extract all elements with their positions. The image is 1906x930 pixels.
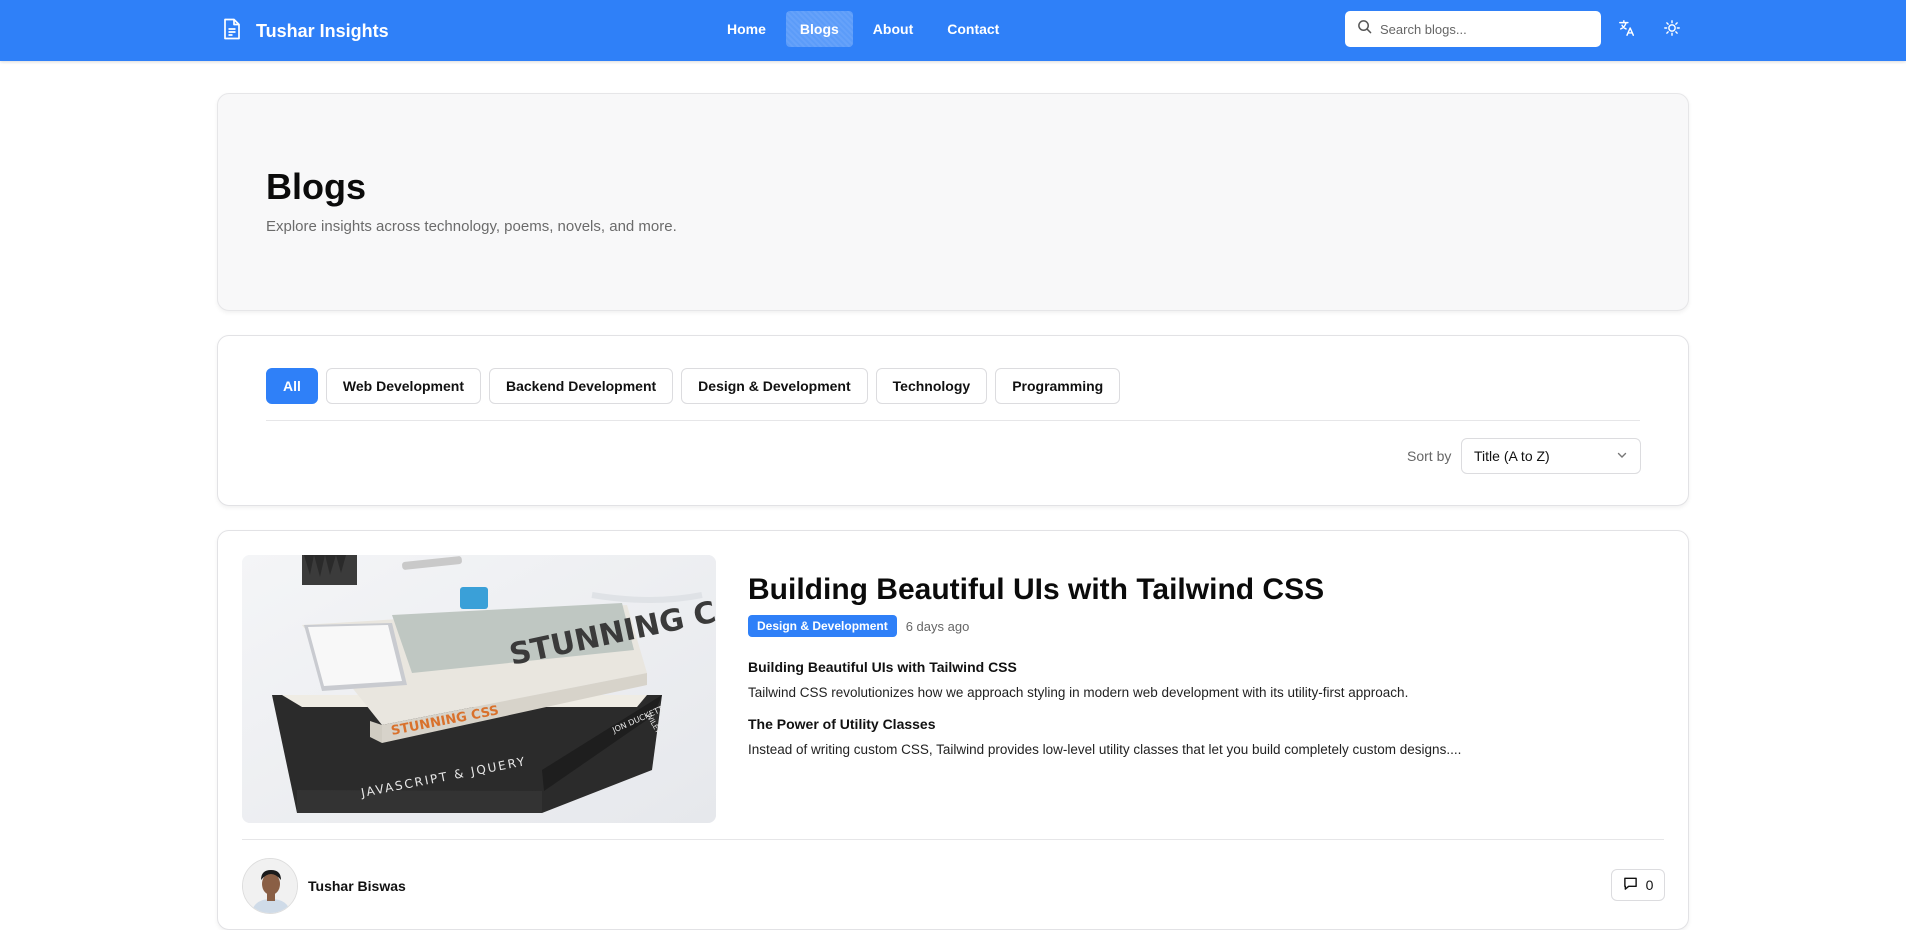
card-divider (242, 839, 1664, 840)
comments-button[interactable]: 0 (1611, 869, 1665, 901)
category-chip-web-development[interactable]: Web Development (325, 368, 481, 404)
sort-selected-value: Title (A to Z) (1474, 448, 1550, 464)
blog-card-content: Building Beautiful UIs with Tailwind CSS… (748, 573, 1648, 757)
translate-icon (1618, 20, 1636, 41)
author-name: Tushar Biswas (308, 878, 406, 894)
nav-link-contact[interactable]: Contact (933, 11, 1013, 47)
theme-toggle-button[interactable] (1663, 19, 1683, 39)
sort-label: Sort by (1407, 448, 1452, 464)
nav-link-about[interactable]: About (859, 11, 927, 47)
sun-icon (1663, 20, 1681, 41)
avatar (242, 858, 298, 914)
comment-count: 0 (1645, 877, 1654, 893)
category-chip-design-development[interactable]: Design & Development (681, 368, 868, 404)
sort-select[interactable]: Title (A to Z) (1461, 438, 1641, 474)
category-chip-backend-development[interactable]: Backend Development (489, 368, 674, 404)
blog-card[interactable]: STUNNING CSS STUNNING CSS JAVASCRIPT & J… (217, 530, 1689, 930)
blog-cover-image[interactable]: STUNNING CSS STUNNING CSS JAVASCRIPT & J… (242, 555, 716, 823)
books-phone-illustration: STUNNING CSS STUNNING CSS JAVASCRIPT & J… (242, 555, 716, 823)
filter-panel: All Web Development Backend Development … (217, 335, 1689, 506)
translate-button[interactable] (1618, 19, 1638, 39)
search-box (1345, 11, 1601, 47)
chevron-down-icon (1616, 448, 1628, 464)
category-chip-programming[interactable]: Programming (995, 368, 1121, 404)
nav-link-home[interactable]: Home (713, 11, 780, 47)
category-chips: All Web Development Backend Development … (266, 368, 1121, 404)
brand[interactable]: Tushar Insights (222, 18, 389, 45)
nav-link-blogs[interactable]: Blogs (785, 11, 853, 47)
navbar: Tushar Insights Home Blogs About Contact (0, 0, 1906, 61)
brand-title: Tushar Insights (256, 21, 389, 41)
excerpt-text-1: Tailwind CSS revolutionizes how we appro… (748, 685, 1409, 700)
category-badge: Design & Development (748, 615, 897, 637)
filter-divider (266, 420, 1640, 421)
nav-links: Home Blogs About Contact (713, 11, 1013, 47)
post-date: 6 days ago (905, 618, 970, 634)
excerpt-heading-2: The Power of Utility Classes (748, 716, 936, 732)
category-chip-all[interactable]: All (266, 368, 318, 404)
excerpt-text-2: Instead of writing custom CSS, Tailwind … (748, 742, 1462, 757)
search-icon (1357, 19, 1372, 39)
excerpt-heading-1: Building Beautiful UIs with Tailwind CSS (748, 659, 1017, 675)
author-info[interactable]: Tushar Biswas (242, 858, 406, 914)
search-input[interactable] (1380, 21, 1580, 37)
page-title: Blogs (266, 166, 367, 207)
blog-meta: Design & Development 6 days ago (748, 615, 1648, 637)
comment-icon (1623, 876, 1638, 894)
page-subtitle: Explore insights across technology, poem… (266, 218, 677, 235)
hero-section: Blogs Explore insights across technology… (217, 93, 1689, 311)
category-chip-technology[interactable]: Technology (875, 368, 988, 404)
blog-title[interactable]: Building Beautiful UIs with Tailwind CSS (748, 573, 1648, 607)
document-icon (222, 18, 242, 45)
